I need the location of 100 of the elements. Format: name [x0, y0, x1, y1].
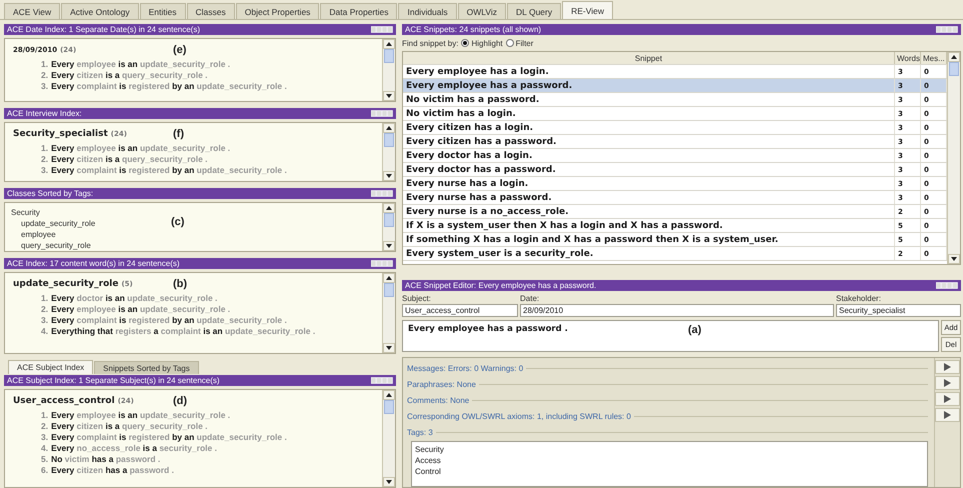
ace-sentence: Every citizen is a query_security_role . — [51, 154, 208, 165]
tab[interactable]: Individuals — [398, 3, 457, 19]
table-cell: Every nurse is a no_access_role. — [403, 205, 895, 218]
scrollbar[interactable] — [382, 123, 395, 181]
scrollbar[interactable] — [382, 273, 395, 353]
tab[interactable]: Entities — [140, 3, 186, 19]
table-cell: If X is a system_user then X has a login and X has a password. — [403, 219, 895, 232]
index-heading: Security_specialist — [13, 129, 108, 139]
snippet-editor-field[interactable]: Every employee has a password . (a) — [402, 320, 939, 352]
tab[interactable]: RE-View — [562, 1, 614, 19]
scrollbar[interactable] — [382, 390, 395, 487]
tab[interactable]: OWLViz — [458, 3, 506, 19]
tab[interactable]: ACE Subject Index — [8, 360, 94, 374]
section-label[interactable]: Tags: 3 — [407, 428, 433, 436]
scrollbar[interactable] — [947, 52, 960, 264]
expand-button[interactable] — [935, 360, 960, 374]
scroll-thumb[interactable] — [384, 400, 394, 414]
scroll-thumb[interactable] — [384, 213, 394, 227]
table-cell: No victim has a password. — [403, 93, 895, 106]
annotation-label: (a) — [688, 324, 702, 338]
table-cell: Every employee has a login. — [403, 65, 895, 78]
scroll-thumb[interactable] — [949, 62, 959, 76]
column-header[interactable]: Words — [895, 52, 921, 64]
annotation-label: (f) — [173, 128, 185, 140]
ace-sentence: Every complaint is registered by an update_security_role . — [51, 432, 287, 443]
table-cell: If something X has a login and X has a password then X is a system_user. — [403, 233, 895, 246]
tag-item[interactable]: Security — [415, 444, 924, 455]
tab[interactable]: Data Properties — [320, 3, 398, 19]
expand-button[interactable] — [935, 392, 960, 406]
ace-sentence: Every employee is an update_security_role . — [51, 143, 230, 154]
index-heading: User_access_control — [13, 396, 115, 406]
sentence-number: 1. — [41, 410, 48, 421]
tag-item[interactable]: Control — [415, 466, 924, 477]
column-header[interactable]: Snippet — [403, 52, 895, 64]
scroll-thumb[interactable] — [384, 133, 394, 147]
scroll-thumb[interactable] — [384, 283, 394, 297]
section-label[interactable]: Paraphrases: None — [407, 380, 476, 388]
scroll-up-icon[interactable] — [383, 273, 395, 283]
ace-sentence: Every complaint is registered by an update_security_role . — [51, 315, 287, 326]
tab[interactable]: Classes — [186, 3, 235, 19]
scrollbar[interactable] — [382, 203, 395, 251]
scroll-thumb[interactable] — [384, 49, 394, 63]
field-label: Stakeholder: — [836, 294, 882, 303]
panel-title: ACE Index: 17 content word(s) in 24 sentence(s) — [7, 259, 180, 268]
scroll-up-icon[interactable] — [383, 123, 395, 133]
table-cell: Every nurse has a login. — [403, 177, 895, 190]
radio-option[interactable]: Filter — [506, 38, 534, 48]
sentence-number: 6. — [41, 465, 48, 476]
scroll-up-icon[interactable] — [383, 39, 395, 49]
field-label: Subject: — [402, 294, 432, 303]
field-label: Date: — [520, 294, 540, 303]
sentence-number: 3. — [41, 165, 48, 176]
scrollbar[interactable] — [382, 39, 395, 101]
scroll-down-icon[interactable] — [383, 343, 395, 353]
ace-sentence: Every doctor is an update_security_role . — [51, 293, 218, 304]
expand-button[interactable] — [935, 376, 960, 390]
expand-button[interactable] — [935, 408, 960, 422]
tab[interactable]: DL Query — [507, 3, 562, 19]
panel-title: ACE Snippet Editor: Every employee has a password. — [405, 281, 596, 290]
panel-title: ACE Snippets: 24 snippets (all shown) — [405, 25, 542, 34]
sentence-number: 5. — [41, 454, 48, 465]
section-label[interactable]: Messages: Errors: 0 Warnings: 0 — [407, 364, 524, 372]
section-label[interactable]: Corresponding OWL/SWRL axioms: 1, including SWRL rules: 0 — [407, 412, 631, 420]
tab[interactable]: Snippets Sorted by Tags — [94, 361, 199, 374]
tree-item[interactable]: update_security_role — [11, 218, 171, 229]
tab[interactable]: Object Properties — [236, 3, 320, 19]
ace-sentence: Every complaint is registered by an update_security_role . — [51, 165, 287, 176]
sentence-number: 1. — [41, 293, 48, 304]
tree-item[interactable]: employee — [11, 229, 171, 240]
input-field[interactable]: Security_specialist — [836, 304, 961, 317]
panel-title: ACE Subject Index: 1 Separate Subject(s) in 24 sentence(s) — [7, 376, 220, 385]
scroll-down-icon[interactable] — [948, 254, 960, 264]
scroll-up-icon[interactable] — [383, 390, 395, 400]
scroll-down-icon[interactable] — [383, 241, 395, 251]
tab[interactable]: ACE View — [4, 3, 60, 19]
sentence-number: 2. — [41, 304, 48, 315]
scroll-up-icon[interactable] — [383, 203, 395, 213]
tree-item[interactable]: Security — [11, 207, 171, 218]
input-field[interactable]: User_access_control — [402, 304, 518, 317]
scroll-down-icon[interactable] — [383, 91, 395, 101]
sentence-number: 3. — [41, 315, 48, 326]
tag-item[interactable]: Access — [415, 455, 924, 466]
sentence-number: 1. — [41, 59, 48, 70]
scroll-up-icon[interactable] — [948, 52, 960, 62]
section-label[interactable]: Comments: None — [407, 396, 470, 404]
table-cell: Every doctor has a login. — [403, 149, 895, 162]
radio-option[interactable]: Highlight — [461, 38, 503, 48]
table-cell: Every employee has a password. — [403, 79, 895, 92]
scroll-down-icon[interactable] — [383, 171, 395, 181]
tree-item[interactable]: query_security_role — [11, 240, 171, 251]
ace-sentence: Every citizen has a password . — [51, 465, 174, 476]
sentence-number: 3. — [41, 432, 48, 443]
table-cell: Every citizen has a login. — [403, 121, 895, 134]
input-field[interactable]: 28/09/2010 — [520, 304, 834, 317]
scroll-down-icon[interactable] — [383, 477, 395, 487]
sentence-number: 4. — [41, 326, 48, 337]
ace-sentence: Every complaint is registered by an update_security_role . — [51, 81, 287, 92]
panel-title: Classes Sorted by Tags: — [7, 189, 94, 198]
table-cell: Every doctor has a password. — [403, 163, 895, 176]
tab[interactable]: Active Ontology — [61, 3, 139, 19]
